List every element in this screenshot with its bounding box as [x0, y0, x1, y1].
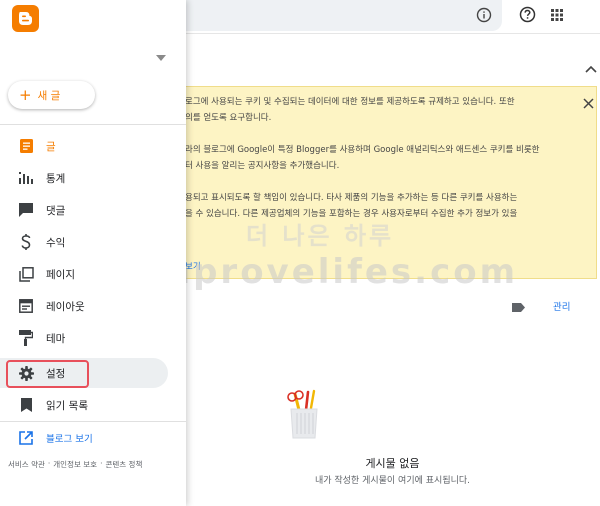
notice-line: 용되고 표시되도록 할 책임이 있습니다. 타사 제품의 기능을 추가하는 등 …: [185, 193, 518, 203]
close-icon[interactable]: [581, 96, 595, 110]
reading-list-icon: [18, 397, 34, 413]
nav-item-label: 레이아웃: [46, 300, 85, 313]
search-bar[interactable]: [150, 0, 502, 31]
new-post-label: 새 글: [37, 89, 61, 102]
nav-item-pages[interactable]: 페이지: [0, 259, 168, 289]
footer-separator: ·: [100, 459, 103, 468]
nav-item-label: 글: [46, 140, 56, 153]
layout-icon: [18, 298, 34, 314]
notice-line: 의를 얻도록 요구합니다.: [185, 113, 272, 123]
plus-icon: +: [19, 85, 32, 104]
nav-item-comments[interactable]: 댓글: [0, 195, 168, 225]
notice-line: 로그에 사용되는 쿠키 및 수집되는 데이터에 대한 정보를 제공하도록 규제하…: [185, 97, 515, 107]
nav-item-posts[interactable]: 글: [0, 131, 168, 161]
open-in-new-icon: [18, 430, 34, 446]
nav-item-reading-list[interactable]: 읽기 목록: [0, 390, 168, 420]
nav-item-layout[interactable]: 레이아웃: [0, 291, 168, 321]
nav-item-label: 수익: [46, 236, 66, 249]
nav-divider: [0, 421, 186, 422]
pages-icon: [18, 266, 34, 282]
notice-link[interactable]: 보기: [185, 260, 201, 272]
nav-item-theme[interactable]: 테마: [0, 323, 168, 353]
nav-item-stats[interactable]: 통계: [0, 163, 168, 193]
nav-item-label: 읽기 목록: [46, 399, 88, 412]
navigation-drawer: + 새 글 글 통계 댓글 수익 페이지 레이아웃 테마 설정 읽기 목록 블로…: [0, 0, 186, 506]
privacy-link[interactable]: 개인정보 보호: [53, 459, 97, 470]
label-icon[interactable]: [509, 300, 527, 314]
posts-icon: [18, 138, 34, 154]
info-icon[interactable]: [473, 4, 495, 26]
nav-item-label: 페이지: [46, 268, 75, 281]
earnings-icon: [18, 234, 34, 250]
terms-link[interactable]: 서비스 약관: [8, 459, 45, 470]
footer-separator: ·: [47, 459, 51, 468]
new-post-button[interactable]: + 새 글: [8, 81, 95, 109]
empty-posts-illustration-icon: [284, 388, 324, 440]
view-blog-label: 블로그 보기: [46, 434, 93, 445]
nav-item-earnings[interactable]: 수익: [0, 227, 168, 257]
blog-selector-dropdown-icon[interactable]: [155, 54, 167, 62]
blogger-logo-icon[interactable]: [12, 5, 39, 32]
notice-line: 터 사용을 알리는 공지사항을 추가했습니다.: [185, 161, 340, 171]
notice-line: 을 수 있습니다. 다른 제공업체의 기능을 포함하는 경우 사용자로부터 수집…: [185, 209, 518, 219]
chevron-up-icon[interactable]: [582, 60, 600, 78]
nav-divider: [0, 124, 186, 125]
manage-link[interactable]: 관리: [553, 299, 570, 313]
cookie-notice: 로그에 사용되는 쿠키 및 수집되는 데이터에 대한 정보를 제공하도록 규제하…: [170, 86, 597, 279]
help-icon[interactable]: [516, 3, 538, 25]
footer-links: 서비스 약관 · 개인정보 보호 · 콘텐츠 정책: [8, 459, 142, 470]
content-policy-link[interactable]: 콘텐츠 정책: [105, 459, 142, 470]
comments-icon: [18, 202, 34, 218]
stats-icon: [18, 170, 34, 186]
apps-grid-icon[interactable]: [546, 4, 568, 26]
theme-icon: [18, 330, 34, 346]
nav-item-label: 댓글: [46, 204, 66, 217]
highlight-annotation: [6, 360, 89, 388]
nav-item-label: 테마: [46, 332, 66, 345]
view-blog-link[interactable]: 블로그 보기: [0, 427, 186, 449]
notice-line: 라의 블로그에 Google이 특정 Blogger를 사용하며 Google …: [185, 145, 540, 155]
nav-item-label: 통계: [46, 172, 66, 185]
